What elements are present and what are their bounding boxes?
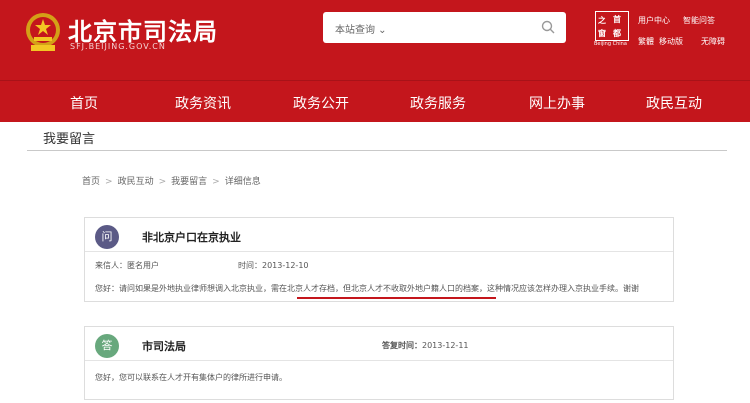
breadcrumb-interaction[interactable]: 政民互动: [118, 177, 154, 187]
traditional-chinese-link[interactable]: 繁體: [638, 36, 654, 47]
question-time: 时间：2013-12-10: [238, 261, 309, 270]
smart-qa-link[interactable]: 智能问答: [683, 15, 715, 26]
breadcrumb-message[interactable]: 我要留言: [171, 177, 207, 187]
answer-card: 答 市司法局 答复时间：2013-12-11 您好，您可以联系在人才开有集体户的…: [84, 326, 674, 400]
capital-window-logo[interactable]: 之 首 窗 都: [595, 11, 629, 41]
breadcrumb: 首页 > 政民互动 > 我要留言 > 详细信息: [82, 177, 261, 187]
site-search[interactable]: 本站查询 ⌄: [323, 12, 566, 43]
question-sender: 来信人：匿名用户: [95, 261, 159, 270]
question-badge: 问: [95, 225, 119, 249]
site-domain: SFJ.BEIJING.GOV.CN: [70, 42, 166, 51]
question-title: 非北京户口在京执业: [142, 231, 241, 244]
national-emblem-icon[interactable]: [25, 11, 61, 53]
nav-news[interactable]: 政务资讯: [143, 93, 263, 113]
nav-home[interactable]: 首页: [24, 93, 144, 113]
nav-disclosure[interactable]: 政务公开: [261, 93, 381, 113]
answer-badge: 答: [95, 334, 119, 358]
answer-title: 市司法局: [142, 340, 186, 353]
user-center-link[interactable]: 用户中心: [638, 15, 670, 26]
nav-online-affairs[interactable]: 网上办事: [497, 93, 617, 113]
breadcrumb-current: 详细信息: [224, 177, 261, 187]
answer-time: 答复时间：2013-12-11: [382, 341, 469, 350]
question-header: 问 非北京户口在京执业: [85, 218, 673, 252]
logo-subtitle: Beijing China: [594, 41, 627, 47]
answer-body: 您好，您可以联系在人才开有集体户的律所进行申请。: [95, 373, 287, 382]
highlight-underline: [297, 297, 496, 299]
question-body: 您好：请问如果是外地执业律师想调入北京执业，需在北京人才存档，但北京人才不收取外…: [95, 284, 639, 293]
section-title: 我要留言: [43, 132, 96, 147]
accessibility-link[interactable]: 无障碍: [701, 36, 725, 47]
section-divider: [27, 150, 727, 151]
main-nav: 首页 政务资讯 政务公开 政务服务 网上办事 政民互动: [0, 80, 750, 122]
search-icon[interactable]: [541, 20, 555, 34]
question-card: 问 非北京户口在京执业 来信人：匿名用户 时间：2013-12-10 您好：请问…: [84, 217, 674, 302]
mobile-version-link[interactable]: 移动版: [659, 36, 683, 47]
nav-services[interactable]: 政务服务: [378, 93, 498, 113]
nav-interaction[interactable]: 政民互动: [614, 93, 734, 113]
site-header: 北京市司法局 SFJ.BEIJING.GOV.CN 本站查询 ⌄ 之 首 窗 都…: [0, 0, 750, 80]
search-scope-dropdown[interactable]: 本站查询 ⌄: [335, 21, 387, 36]
answer-header: 答 市司法局 答复时间：2013-12-11: [85, 327, 673, 361]
breadcrumb-home[interactable]: 首页: [82, 177, 100, 187]
